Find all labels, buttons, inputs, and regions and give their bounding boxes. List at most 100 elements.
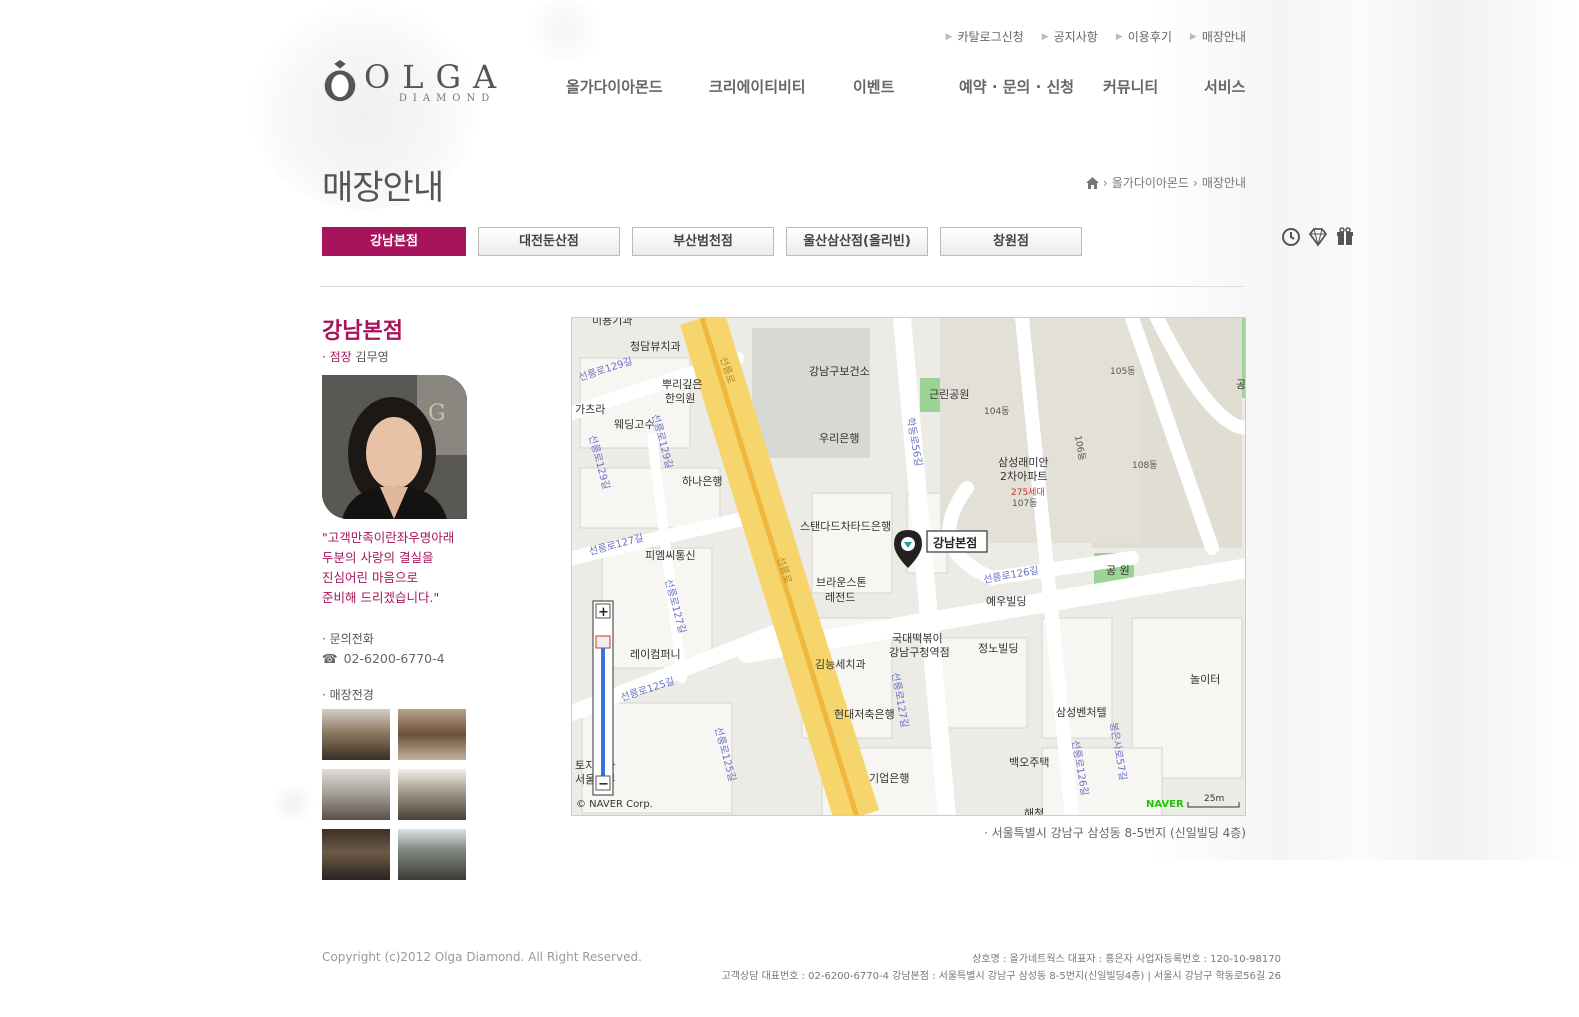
quote-line: 진심어린 마음으로 xyxy=(322,570,418,585)
map-label: 107동 xyxy=(1012,498,1037,509)
olga-logo[interactable]: OLGA DIAMOND xyxy=(322,60,508,104)
manager-photo: G xyxy=(322,375,467,519)
inquiry-label: · 문의전화 xyxy=(322,632,374,646)
manager-name: 김무영 xyxy=(355,350,389,364)
arrow-icon: ▶ xyxy=(945,31,953,42)
background-petal xyxy=(268,785,318,821)
store-photo-thumb[interactable] xyxy=(398,829,466,880)
map-label: 한의원 xyxy=(665,392,695,405)
tab-changwon[interactable]: 창원점 xyxy=(940,227,1082,256)
store-photo-thumb[interactable] xyxy=(322,829,390,880)
map-label: 하나은행 xyxy=(682,474,722,488)
store-view-label: · 매장전경 xyxy=(322,688,374,702)
map-label: 현대저축은행 xyxy=(834,708,895,721)
map-label: 기업은행 xyxy=(869,772,909,785)
gift-icon[interactable] xyxy=(1334,226,1356,248)
zoom-in-icon[interactable]: + xyxy=(598,605,609,620)
map-label: 105동 xyxy=(1110,366,1135,377)
svg-text:G: G xyxy=(428,401,446,426)
gnb-creativity[interactable]: 크리에이티비티 xyxy=(709,76,806,97)
util-notice-link[interactable]: ▶ 공지사항 xyxy=(1042,28,1098,45)
map-label: 공 원 xyxy=(1106,564,1130,577)
store-quote: "고객만족이란좌우명아래 두분의 사랑의 결실을 진심어린 마음으로 준비해 드… xyxy=(322,528,454,608)
map-label: 스탠다드차타드은행 xyxy=(800,520,891,533)
inquiry-phone: ☎ 02-6200-6770-4 xyxy=(322,651,445,666)
gnb-community[interactable]: 커뮤니티 xyxy=(1103,76,1158,97)
map-label: 브라운스톤 xyxy=(816,576,867,589)
home-icon[interactable] xyxy=(1085,176,1099,189)
manager-info: · 점장 김무영 xyxy=(322,348,389,365)
map-label: 근린공원 xyxy=(929,388,969,401)
gnb-reservation[interactable]: 예약 · 문의 · 신청 xyxy=(959,76,1074,97)
store-map[interactable]: 미용기과 청담뷰치과 선릉로129길 가츠라 뿌리깊은 한의원 웨딩고수 선릉로… xyxy=(571,317,1246,816)
util-review-link[interactable]: ▶ 이용후기 xyxy=(1116,28,1172,45)
map-label: 레전드 xyxy=(825,591,855,604)
util-label: 공지사항 xyxy=(1053,30,1098,44)
map-label: 웨딩고수 xyxy=(614,418,654,431)
map-label: 가츠라 xyxy=(575,403,605,416)
page-title: 매장안내 xyxy=(322,168,444,208)
tab-daejeon[interactable]: 대전둔산점 xyxy=(478,227,620,256)
gnb-service[interactable]: 서비스 xyxy=(1204,76,1245,97)
arrow-icon: ▶ xyxy=(1041,31,1049,42)
util-label: 카탈로그신청 xyxy=(957,30,1024,44)
map-label: 피엠씨통신 xyxy=(645,549,696,562)
phone-number: 02-6200-6770-4 xyxy=(343,651,445,666)
map-label: 2차아파트 xyxy=(1000,470,1047,483)
util-catalog-link[interactable]: ▶ 카탈로그신청 xyxy=(946,28,1024,45)
map-label: 104동 xyxy=(984,406,1009,417)
map-label: 275세대 xyxy=(1011,487,1045,498)
arrow-icon: ▶ xyxy=(1189,31,1197,42)
map-label: 삼성벤처텔 xyxy=(1056,706,1107,719)
map-label: 강남구보건소 xyxy=(809,365,870,378)
zoom-out-icon[interactable]: − xyxy=(598,777,609,792)
util-label: 이용후기 xyxy=(1127,30,1172,44)
quick-menu xyxy=(1280,226,1356,262)
store-photo-thumb[interactable] xyxy=(322,709,390,760)
map-label: 뿌리깊은 xyxy=(662,378,702,391)
map-label: 삼성래미안 xyxy=(998,456,1049,469)
map-label: 국대떡볶이 xyxy=(892,632,943,645)
map-label: 108동 xyxy=(1132,460,1157,471)
divider xyxy=(320,286,1244,287)
breadcrumb-item: 매장안내 xyxy=(1201,176,1246,190)
zoom-control[interactable]: + − xyxy=(592,600,614,796)
store-photo-grid xyxy=(322,709,468,880)
background-petal xyxy=(520,0,610,60)
tab-ulsan[interactable]: 울산삼산점(올리빈) xyxy=(786,227,928,256)
diamond-ring-icon xyxy=(324,60,356,102)
scale-label: 25m xyxy=(1204,794,1224,804)
map-label: 해청 xyxy=(1024,806,1044,816)
map-label: 정노빌딩 xyxy=(978,642,1018,655)
clock-icon[interactable] xyxy=(1280,226,1302,248)
map-copyright: © NAVER Corp. xyxy=(576,799,653,810)
map-label: 강남구청역점 xyxy=(889,646,950,659)
map-label: 미용기과 xyxy=(592,318,632,327)
store-tabs: 강남본점 대전둔산점 부산범천점 울산삼산점(올리빈) 창원점 xyxy=(322,227,1082,256)
quote-line: 두분의 사랑의 결실을 xyxy=(322,550,434,565)
util-store-link[interactable]: ▶ 매장안내 xyxy=(1190,28,1246,45)
tab-gangnam[interactable]: 강남본점 xyxy=(322,227,466,256)
map-label: 김능세치과 xyxy=(815,658,866,671)
gnb-event[interactable]: 이벤트 xyxy=(853,76,894,97)
logo-name: OLGA xyxy=(364,57,509,96)
tab-busan[interactable]: 부산범천점 xyxy=(632,227,774,256)
main-nav: 올가다이아몬드 크리에이티비티 이벤트 예약 · 문의 · 신청 커뮤니티 서비… xyxy=(566,76,1246,98)
store-address: · 서울특별시 강남구 삼성동 8-5번지 (신일빌딩 4층) xyxy=(983,826,1246,840)
breadcrumb-item[interactable]: 올가다이아몬드 xyxy=(1112,174,1189,191)
utility-nav: ▶ 카탈로그신청 ▶ 공지사항 ▶ 이용후기 ▶ 매장안내 xyxy=(946,28,1246,45)
map-label: 백오주택 xyxy=(1009,756,1049,769)
store-name: 강남본점 xyxy=(322,319,403,344)
map-label: 놀이터 xyxy=(1190,673,1220,686)
marker-label: 강남본점 xyxy=(933,535,977,550)
map-label: 레이컴퍼니 xyxy=(630,648,681,661)
map-label: 청담뷰치과 xyxy=(630,340,681,353)
gnb-olga-diamond[interactable]: 올가다이아몬드 xyxy=(566,76,663,97)
footer-company-info: 상호명 : 올가네트웍스 대표자 : 홍은자 사업자등록번호 : 120-10-… xyxy=(972,954,1281,965)
diamond-icon[interactable] xyxy=(1307,226,1329,248)
map-label: 예우빌딩 xyxy=(986,595,1026,608)
store-photo-thumb[interactable] xyxy=(322,769,390,820)
store-photo-thumb[interactable] xyxy=(398,769,466,820)
map-label: 공 xyxy=(1236,378,1246,391)
store-photo-thumb[interactable] xyxy=(398,709,466,760)
